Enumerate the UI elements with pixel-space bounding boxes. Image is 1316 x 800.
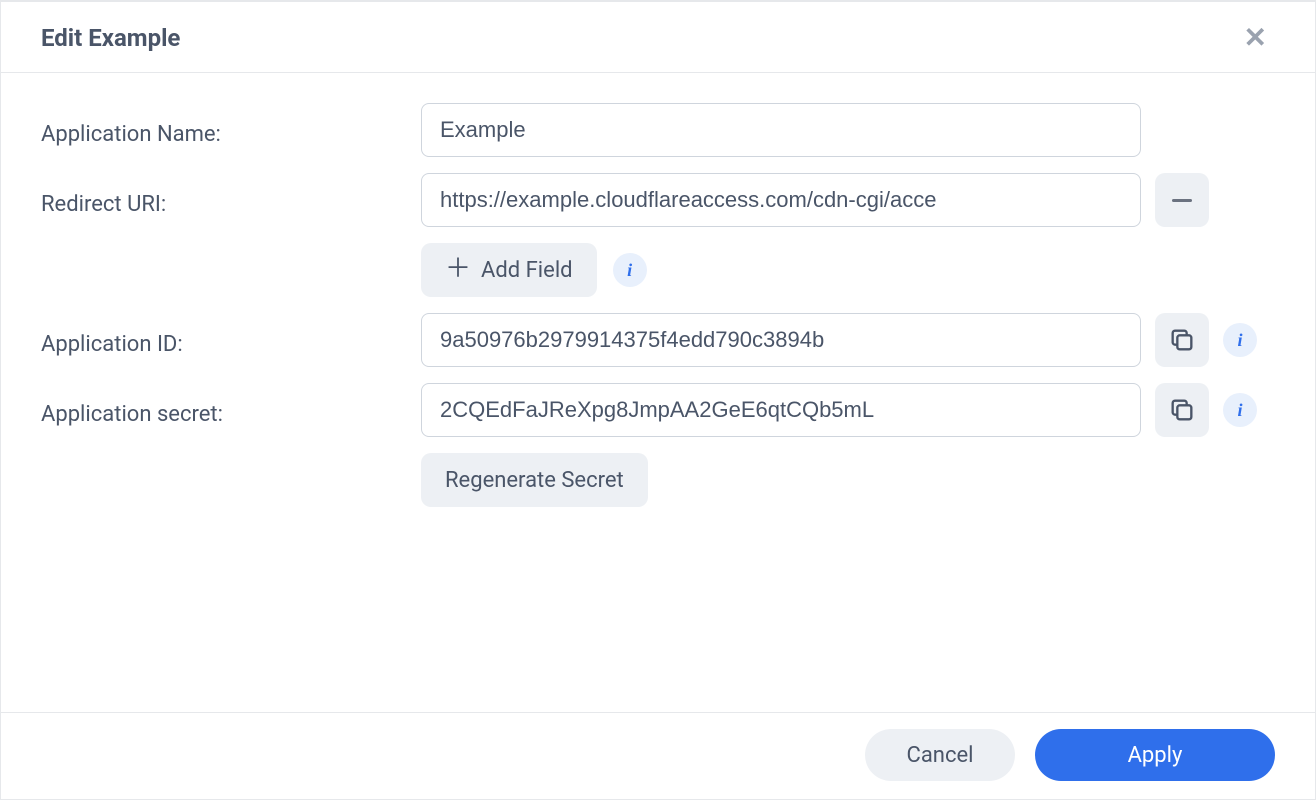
regenerate-secret-label: Regenerate Secret	[445, 468, 624, 493]
row-regenerate-secret: Regenerate Secret	[421, 453, 1275, 507]
dialog-title: Edit Example	[41, 24, 180, 52]
copy-icon	[1168, 396, 1196, 424]
application-id-info-button[interactable]: i	[1223, 323, 1257, 357]
application-secret-input[interactable]	[421, 383, 1141, 437]
copy-icon	[1168, 326, 1196, 354]
add-field-button[interactable]: ＋ Add Field	[421, 243, 597, 297]
dialog-body: Application Name: Redirect URI: ＋ Add Fi…	[1, 73, 1315, 712]
copy-application-id-button[interactable]	[1155, 313, 1209, 367]
application-id-input[interactable]	[421, 313, 1141, 367]
info-icon: i	[1237, 330, 1242, 351]
add-field-label: Add Field	[481, 258, 573, 283]
dialog-footer: Cancel Apply	[1, 712, 1315, 799]
dialog-header: Edit Example ✕	[1, 2, 1315, 73]
label-redirect-uri: Redirect URI:	[41, 184, 421, 217]
row-application-name: Application Name:	[41, 103, 1275, 157]
edit-dialog: Edit Example ✕ Application Name: Redirec…	[0, 0, 1316, 800]
cancel-button[interactable]: Cancel	[865, 729, 1015, 781]
info-icon: i	[1237, 400, 1242, 421]
application-secret-info-button[interactable]: i	[1223, 393, 1257, 427]
copy-application-secret-button[interactable]	[1155, 383, 1209, 437]
apply-button[interactable]: Apply	[1035, 729, 1275, 781]
info-icon: i	[627, 260, 632, 281]
regenerate-secret-button[interactable]: Regenerate Secret	[421, 453, 648, 507]
label-application-id: Application ID:	[41, 324, 421, 357]
row-application-secret: Application secret: i	[41, 383, 1275, 437]
row-add-field: ＋ Add Field i	[421, 243, 1275, 297]
row-redirect-uri: Redirect URI:	[41, 173, 1275, 227]
row-application-id: Application ID: i	[41, 313, 1275, 367]
redirect-uri-input[interactable]	[421, 173, 1141, 227]
close-button[interactable]: ✕	[1236, 20, 1275, 56]
application-name-input[interactable]	[421, 103, 1141, 157]
label-application-secret: Application secret:	[41, 394, 421, 427]
minus-icon	[1172, 199, 1192, 202]
label-application-name: Application Name:	[41, 114, 421, 147]
add-field-info-button[interactable]: i	[613, 253, 647, 287]
remove-redirect-uri-button[interactable]	[1155, 173, 1209, 227]
plus-icon: ＋	[445, 256, 471, 282]
